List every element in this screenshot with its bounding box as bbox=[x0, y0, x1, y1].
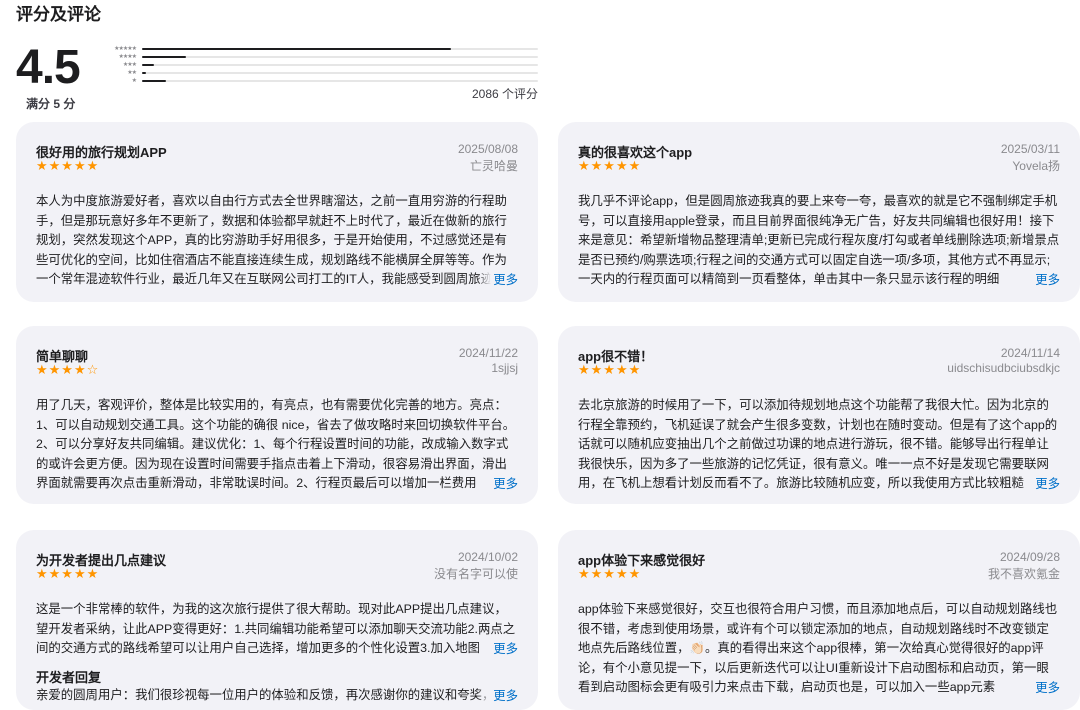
histogram-row-4: ★★★★ bbox=[102, 53, 538, 61]
developer-response-title: 开发者回复 bbox=[36, 670, 102, 685]
section-title: 评分及评论 bbox=[16, 5, 101, 24]
review-card[interactable]: app体验下来感觉很好 ★★★★★ 2024/09/28 我不喜欢氪金 app体… bbox=[558, 530, 1080, 710]
histogram-track bbox=[142, 72, 538, 74]
review-date: 2024/09/28 bbox=[999, 550, 1060, 564]
review-card[interactable]: 真的很喜欢这个app ★★★★★ 2025/03/11 Yovela扬 我几乎不… bbox=[558, 122, 1080, 302]
histogram-fill bbox=[142, 72, 146, 74]
star-rating: ★★★★☆ bbox=[36, 362, 100, 377]
rating-out-of: 满分 5 分 bbox=[26, 97, 76, 111]
review-body: 去北京旅游的时候用了一下，可以添加待规划地点这个功能帮了我很大忙。因为北京的行程… bbox=[578, 396, 1060, 494]
histogram-row-5: ★★★★★ bbox=[102, 45, 538, 53]
histogram-fill bbox=[142, 56, 186, 58]
star-rating: ★★★★★ bbox=[36, 158, 100, 173]
review-header: 真的很喜欢这个app ★★★★★ 2025/03/11 Yovela扬 bbox=[578, 142, 1060, 178]
review-author: 没有名字可以使 bbox=[433, 567, 518, 581]
review-text: 本人为中度旅游爱好者，喜欢以自由行方式去全世界瞎溜达，之前一直用穷游的行程助手，… bbox=[36, 194, 507, 286]
review-text: app体验下来感觉很好，交互也很符合用户习惯，而且添加地点后，可以自动规划路线也… bbox=[578, 602, 1058, 694]
review-author: 我不喜欢氪金 bbox=[987, 567, 1060, 581]
star-icons: ★★★★ bbox=[118, 54, 137, 60]
review-text: 用了几天，客观评价，整体是比较实用的，有亮点，也有需要优化完善的地方。亮点：1、… bbox=[36, 398, 516, 490]
review-date: 2024/11/14 bbox=[1000, 346, 1060, 360]
star-rating: ★★★★★ bbox=[36, 566, 100, 581]
review-header: app体验下来感觉很好 ★★★★★ 2024/09/28 我不喜欢氪金 bbox=[578, 550, 1060, 586]
star-icons: ★★★★★ bbox=[114, 46, 137, 52]
review-body: 本人为中度旅游爱好者，喜欢以自由行方式去全世界瞎溜达，之前一直用穷游的行程助手，… bbox=[36, 192, 518, 290]
star-icons: ★ bbox=[131, 78, 137, 84]
star-icons: ★★ bbox=[127, 70, 137, 76]
more-link[interactable]: 更多 bbox=[1019, 678, 1060, 698]
more-link[interactable]: 更多 bbox=[477, 474, 518, 494]
more-link[interactable]: 更多 bbox=[1019, 270, 1060, 290]
star-rating: ★★★★★ bbox=[578, 158, 642, 173]
histogram-row-3: ★★★ bbox=[102, 61, 538, 69]
review-date: 2024/11/22 bbox=[458, 346, 518, 360]
review-header: 很好用的旅行规划APP ★★★★★ 2025/08/08 亡灵哈曼 bbox=[36, 142, 518, 178]
histogram-fill bbox=[142, 48, 451, 50]
developer-response-text: 亲爱的圆周用户：我们很珍视每一位用户的体验和反馈，再次感谢你的建议和夸奖， bbox=[36, 688, 495, 702]
histogram-row-1: ★ bbox=[102, 77, 538, 85]
developer-response: 亲爱的圆周用户：我们很珍视每一位用户的体验和反馈，再次感谢你的建议和夸奖， 更多 bbox=[36, 686, 518, 706]
more-link[interactable]: 更多 bbox=[477, 270, 518, 290]
review-text: 去北京旅游的时候用了一下，可以添加待规划地点这个功能帮了我很大忙。因为北京的行程… bbox=[578, 398, 1058, 490]
histogram-track bbox=[142, 48, 538, 50]
review-card[interactable]: 很好用的旅行规划APP ★★★★★ 2025/08/08 亡灵哈曼 本人为中度旅… bbox=[16, 122, 538, 302]
star-rating: ★★★★★ bbox=[578, 566, 642, 581]
rating-histogram: ★★★★★ ★★★★ ★★★ ★★ ★ bbox=[102, 45, 538, 85]
review-body: 我几乎不评论app，但是圆周旅迹我真的要上来夸一夸，最喜欢的就是它不强制绑定手机… bbox=[578, 192, 1060, 290]
review-date: 2025/08/08 bbox=[457, 142, 518, 156]
review-card[interactable]: app很不错！ ★★★★★ 2024/11/14 uidschisudbciub… bbox=[558, 326, 1080, 504]
review-header: app很不错！ ★★★★★ 2024/11/14 uidschisudbciub… bbox=[578, 346, 1060, 382]
star-rating: ★★★★★ bbox=[578, 362, 642, 377]
review-date: 2025/03/11 bbox=[1000, 142, 1060, 156]
review-header: 为开发者提出几点建议 ★★★★★ 2024/10/02 没有名字可以使 bbox=[36, 550, 518, 586]
review-text: 我几乎不评论app，但是圆周旅迹我真的要上来夸一夸，最喜欢的就是它不强制绑定手机… bbox=[578, 194, 1060, 286]
review-body: app体验下来感觉很好，交互也很符合用户习惯，而且添加地点后，可以自动规划路线也… bbox=[578, 600, 1060, 698]
more-link[interactable]: 更多 bbox=[477, 686, 518, 706]
histogram-track bbox=[142, 64, 538, 66]
star-icons: ★★★ bbox=[122, 62, 137, 68]
review-author: uidschisudbciubsdkjc bbox=[947, 361, 1060, 375]
histogram-fill bbox=[142, 64, 154, 66]
review-header: 简单聊聊 ★★★★☆ 2024/11/22 1sjjsj bbox=[36, 346, 518, 382]
review-card[interactable]: 简单聊聊 ★★★★☆ 2024/11/22 1sjjsj 用了几天，客观评价，整… bbox=[16, 326, 538, 504]
histogram-track bbox=[142, 80, 538, 82]
histogram-row-2: ★★ bbox=[102, 69, 538, 77]
histogram-track bbox=[142, 56, 538, 58]
average-rating: 4.5 bbox=[16, 41, 81, 94]
review-body: 这是一个非常棒的软件，为我的这次旅行提供了很大帮助。现对此APP提出几点建议，望… bbox=[36, 600, 518, 659]
review-text: 这是一个非常棒的软件，为我的这次旅行提供了很大帮助。现对此APP提出几点建议，望… bbox=[36, 602, 516, 655]
review-body: 用了几天，客观评价，整体是比较实用的，有亮点，也有需要优化完善的地方。亮点：1、… bbox=[36, 396, 518, 494]
review-author: 1sjjsj bbox=[491, 361, 518, 375]
rating-count: 2086 个评分 bbox=[471, 87, 538, 101]
review-date: 2024/10/02 bbox=[457, 550, 518, 564]
more-link[interactable]: 更多 bbox=[1019, 474, 1060, 494]
more-link[interactable]: 更多 bbox=[477, 639, 518, 659]
review-author: 亡灵哈曼 bbox=[469, 159, 518, 173]
review-author: Yovela扬 bbox=[1012, 159, 1060, 173]
histogram-fill bbox=[142, 80, 166, 82]
review-card[interactable]: 为开发者提出几点建议 ★★★★★ 2024/10/02 没有名字可以使 这是一个… bbox=[16, 530, 538, 710]
